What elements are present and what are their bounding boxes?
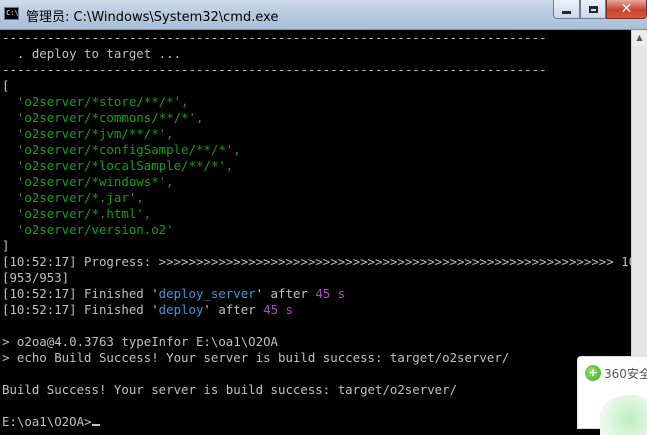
progress-line: [10:52:17] Progress: >>>>>>>>>>>>>>>>>>>… (2, 254, 631, 269)
task-name: deploy_server (158, 286, 256, 301)
finished-line: [10:52:17] Finished 'deploy' after 45 s (2, 302, 293, 318)
title-bar[interactable]: C:\ 管理员: C:\Windows\System32\cmd.exe ✕ (0, 0, 647, 30)
progress-count: [953/953] (2, 270, 70, 285)
task-duration: 45 s (263, 302, 293, 317)
task-name: deploy (158, 302, 204, 317)
open-bracket: [ (2, 78, 10, 93)
cmd-icon[interactable]: C:\ (4, 7, 19, 20)
360-popup[interactable]: + 360安全 (577, 356, 647, 435)
target-path: 'o2server/*store/**/*', (2, 94, 189, 109)
console-output[interactable]: ----------------------------------------… (0, 30, 631, 429)
target-path: 'o2server/*.jar', (2, 190, 144, 205)
close-icon: ✕ (620, 1, 633, 17)
finished-line: [10:52:17] Finished 'deploy_server' afte… (2, 286, 345, 302)
text-cursor (91, 424, 100, 426)
arrow-up-icon[interactable]: ▲ (632, 30, 647, 46)
command-prompt[interactable]: E:\oa1\O2OA> (2, 414, 100, 429)
target-path: 'o2server/*localSample/**/*', (2, 158, 234, 173)
target-path: 'o2server/*jvm/**/*', (2, 126, 174, 141)
echo-command-line: > echo Build Success! Your server is bui… (2, 350, 510, 365)
target-path: 'o2server/*configSample/**/*', (2, 142, 241, 157)
finished-after: ' after (255, 286, 316, 301)
build-success-line: Build Success! Your server is build succ… (2, 382, 458, 397)
close-bracket: ] (2, 238, 10, 253)
minimize-button[interactable] (553, 0, 580, 19)
target-path: 'o2server/*commons/**/*', (2, 110, 204, 125)
finished-prefix: [10:52:17] Finished ' (2, 286, 159, 301)
maximize-icon (588, 5, 598, 13)
window-title: 管理员: C:\Windows\System32\cmd.exe (26, 10, 279, 25)
divider-line: ----------------------------------------… (2, 62, 547, 77)
finished-after: ' after (203, 302, 264, 317)
minimize-icon (562, 11, 571, 14)
divider-line: ----------------------------------------… (2, 30, 547, 45)
finished-prefix: [10:52:17] Finished ' (2, 302, 159, 317)
maximize-button[interactable] (580, 0, 606, 19)
360-decoration (600, 395, 647, 435)
deploy-heading: . deploy to target ... (2, 46, 182, 61)
close-button[interactable]: ✕ (606, 0, 647, 19)
prompt-path: E:\oa1\O2OA> (2, 414, 92, 429)
target-path: 'o2server/version.o2' (2, 222, 174, 237)
task-duration: 45 s (315, 286, 346, 301)
npm-script-line: > o2oa@4.0.3763 typeInfor E:\oa1\O2OA (2, 334, 279, 349)
target-path: 'o2server/*windows*', (2, 174, 174, 189)
360-label: 360安全 (604, 367, 647, 381)
360-logo-icon: + (585, 365, 601, 381)
target-path: 'o2server/*.html', (2, 206, 152, 221)
